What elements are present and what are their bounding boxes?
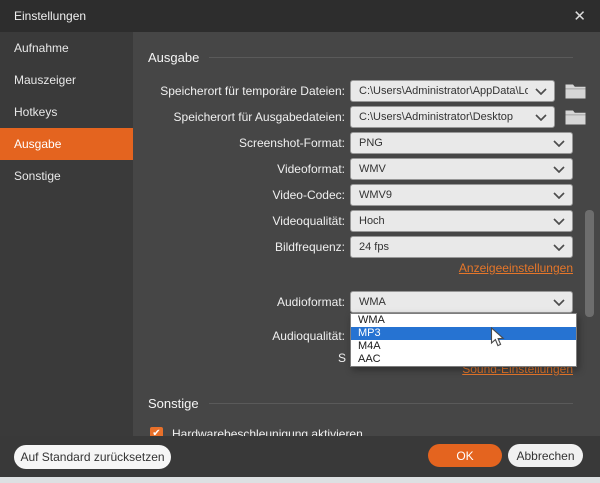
video-format-label: Videoformat:	[133, 162, 345, 176]
form-row-output-dir: Speicherort für Ausgabedateien: C:\Users…	[133, 106, 586, 128]
chevron-down-icon	[546, 192, 572, 199]
dropdown-option-m4a[interactable]: M4A	[351, 340, 576, 353]
section-header-ausgabe: Ausgabe	[148, 49, 573, 66]
section-divider	[209, 57, 573, 58]
window-title: Einstellungen	[14, 9, 86, 23]
sidebar-item-label: Hotkeys	[14, 105, 57, 119]
video-codec-select[interactable]: WMV9	[350, 184, 573, 206]
footer-bar: Auf Standard zurücksetzen OK Abbrechen	[0, 436, 600, 477]
section-divider	[209, 403, 573, 404]
select-value: C:\Users\Administrator\Desktop	[351, 111, 528, 123]
temp-dir-label: Speicherort für temporäre Dateien:	[133, 84, 345, 98]
sidebar-item-label: Ausgabe	[14, 137, 61, 151]
chevron-down-icon	[546, 140, 572, 147]
dropdown-option-aac[interactable]: AAC	[351, 353, 576, 366]
hardware-acceleration-checkbox[interactable]: ✔	[150, 427, 163, 436]
sidebar-item-aufnahme[interactable]: Aufnahme	[0, 32, 133, 64]
obscured-text-fragment: S	[133, 351, 346, 365]
form-row-video-codec: Video-Codec: WMV9	[133, 184, 573, 206]
output-dir-label: Speicherort für Ausgabedateien:	[133, 110, 345, 124]
select-value: PNG	[351, 137, 546, 149]
frame-rate-select[interactable]: 24 fps	[350, 236, 573, 258]
chevron-down-icon	[546, 166, 572, 173]
window-bottom-edge	[0, 477, 600, 483]
hardware-acceleration-row: ✔ Hardwarebeschleunigung aktivieren	[150, 427, 363, 436]
sidebar-item-ausgabe[interactable]: Ausgabe	[0, 128, 133, 160]
output-dir-select[interactable]: C:\Users\Administrator\Desktop	[350, 106, 555, 128]
form-row-video-format: Videoformat: WMV	[133, 158, 573, 180]
form-row-screenshot-format: Screenshot-Format: PNG	[133, 132, 573, 154]
titlebar: Einstellungen	[0, 0, 600, 32]
video-format-select[interactable]: WMV	[350, 158, 573, 180]
ok-button[interactable]: OK	[428, 444, 502, 467]
form-row-video-quality: Videoqualität: Hoch	[133, 210, 573, 232]
cancel-button[interactable]: Abbrechen	[508, 444, 583, 467]
chevron-down-icon	[528, 114, 554, 121]
select-value: Hoch	[351, 215, 546, 227]
select-value: WMV	[351, 163, 546, 175]
sidebar-item-label: Mauszeiger	[14, 73, 76, 87]
sidebar: Aufnahme Mauszeiger Hotkeys Ausgabe Sons…	[0, 32, 133, 436]
display-settings-link-row: Anzeigeeinstellungen	[459, 261, 573, 275]
chevron-down-icon	[528, 88, 554, 95]
sidebar-item-label: Sonstige	[14, 169, 61, 183]
form-row-audio-quality: Audioqualität:	[133, 325, 350, 347]
mouse-cursor	[490, 327, 505, 353]
sidebar-item-mauszeiger[interactable]: Mauszeiger	[0, 64, 133, 96]
chevron-down-icon	[546, 218, 572, 225]
audio-format-label: Audioformat:	[133, 295, 345, 309]
hardware-acceleration-label: Hardwarebeschleunigung aktivieren	[172, 427, 363, 436]
folder-browse-button[interactable]	[565, 110, 586, 125]
sidebar-item-label: Aufnahme	[14, 41, 69, 55]
select-value: WMV9	[351, 189, 546, 201]
temp-dir-select[interactable]: C:\Users\Administrator\AppData\Loca	[350, 80, 555, 102]
video-quality-select[interactable]: Hoch	[350, 210, 573, 232]
chevron-down-icon	[546, 244, 572, 251]
sidebar-item-hotkeys[interactable]: Hotkeys	[0, 96, 133, 128]
audio-format-dropdown-list: WMA MP3 M4A AAC	[350, 313, 577, 367]
video-codec-label: Video-Codec:	[133, 188, 345, 202]
audio-quality-label: Audioqualität:	[133, 329, 345, 343]
display-settings-link[interactable]: Anzeigeeinstellungen	[459, 261, 573, 275]
settings-content: Ausgabe Speicherort für temporäre Dateie…	[133, 32, 600, 436]
dropdown-option-mp3[interactable]: MP3	[351, 327, 576, 340]
select-value: WMA	[351, 296, 546, 308]
close-icon[interactable]: ✕	[573, 0, 586, 32]
screenshot-format-select[interactable]: PNG	[350, 132, 573, 154]
section-title: Sonstige	[148, 396, 199, 411]
section-title: Ausgabe	[148, 50, 199, 65]
dropdown-option-wma[interactable]: WMA	[351, 314, 576, 327]
form-row-audio-format: Audioformat: WMA	[133, 291, 573, 313]
reset-defaults-button[interactable]: Auf Standard zurücksetzen	[14, 445, 171, 469]
chevron-down-icon	[546, 299, 572, 306]
sidebar-item-sonstige[interactable]: Sonstige	[0, 160, 133, 192]
select-value: C:\Users\Administrator\AppData\Loca	[351, 85, 528, 97]
form-row-temp-dir: Speicherort für temporäre Dateien: C:\Us…	[133, 80, 586, 102]
form-row-frame-rate: Bildfrequenz: 24 fps	[133, 236, 573, 258]
select-value: 24 fps	[351, 241, 546, 253]
section-header-sonstige: Sonstige	[148, 395, 573, 412]
settings-dialog: Einstellungen ✕ Aufnahme Mauszeiger Hotk…	[0, 0, 600, 483]
vertical-scrollbar-thumb[interactable]	[585, 210, 594, 317]
folder-browse-button[interactable]	[565, 84, 586, 99]
frame-rate-label: Bildfrequenz:	[133, 240, 345, 254]
video-quality-label: Videoqualität:	[133, 214, 345, 228]
audio-format-select[interactable]: WMA	[350, 291, 573, 313]
screenshot-format-label: Screenshot-Format:	[133, 136, 345, 150]
